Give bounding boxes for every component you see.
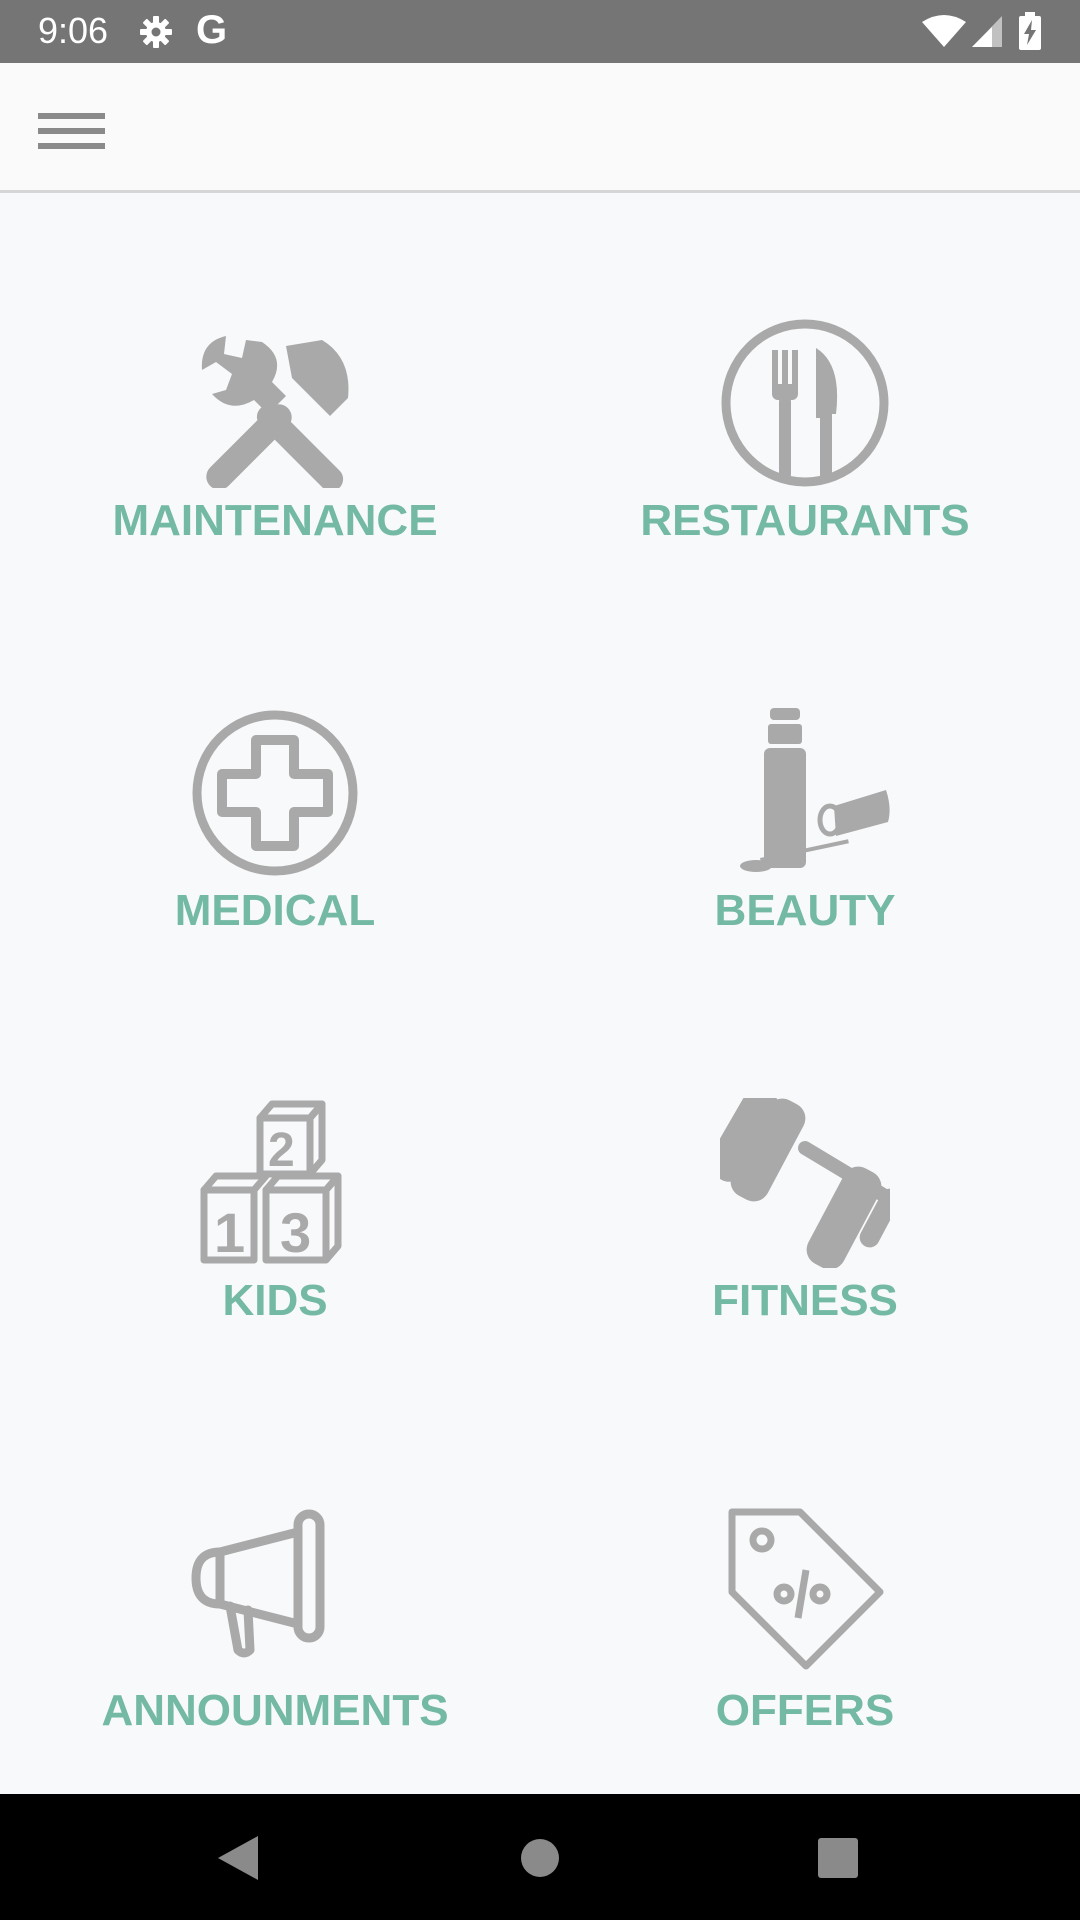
status-bar: 9:06 G [0,0,1080,63]
hamburger-menu-icon[interactable] [30,103,110,159]
category-label: FITNESS [712,1276,898,1325]
megaphone-icon [191,1509,325,1658]
fork-knife-plate-icon [721,319,889,487]
category-label: MAINTENANCE [112,496,438,545]
medical-cross-icon [192,710,358,876]
google-icon: G [196,8,228,52]
category-offers[interactable]: OFFERS [585,1508,1025,1808]
category-maintenance[interactable]: MAINTENANCE [55,318,495,618]
back-icon[interactable] [214,1832,266,1884]
tools-icon [201,336,349,488]
wifi-icon [922,15,966,47]
recents-icon[interactable] [812,1832,864,1884]
category-restaurants[interactable]: RESTAURANTS [585,318,1025,618]
dumbbell-icon [720,1098,890,1268]
category-beauty[interactable]: BEAUTY [585,708,1025,1008]
svg-text:3: 3 [280,1201,311,1264]
signal-icon [972,16,1002,47]
lip-gloss-icon [740,708,890,872]
navigation-bar [0,1794,1080,1920]
toy-blocks-icon: 2 1 3 [200,1100,342,1264]
category-label: BEAUTY [714,886,896,935]
home-icon[interactable] [514,1832,566,1884]
category-medical[interactable]: MEDICAL [55,708,495,1008]
gear-icon [140,16,172,48]
category-announments[interactable]: ANNOUNMENTS [55,1508,495,1808]
discount-tag-icon [728,1508,884,1670]
category-label: ANNOUNMENTS [101,1686,449,1735]
svg-text:2: 2 [268,1124,295,1177]
category-fitness[interactable]: FITNESS [585,1098,1025,1398]
status-time: 9:06 [38,10,109,51]
category-label: KIDS [222,1276,328,1325]
category-label: RESTAURANTS [640,496,970,545]
svg-text:1: 1 [214,1201,245,1264]
category-kids[interactable]: 2 1 3 KIDS [55,1098,495,1398]
battery-charging-icon [1019,12,1041,50]
app-bar [0,63,1080,193]
category-label: OFFERS [715,1686,895,1735]
category-label: MEDICAL [174,886,376,935]
